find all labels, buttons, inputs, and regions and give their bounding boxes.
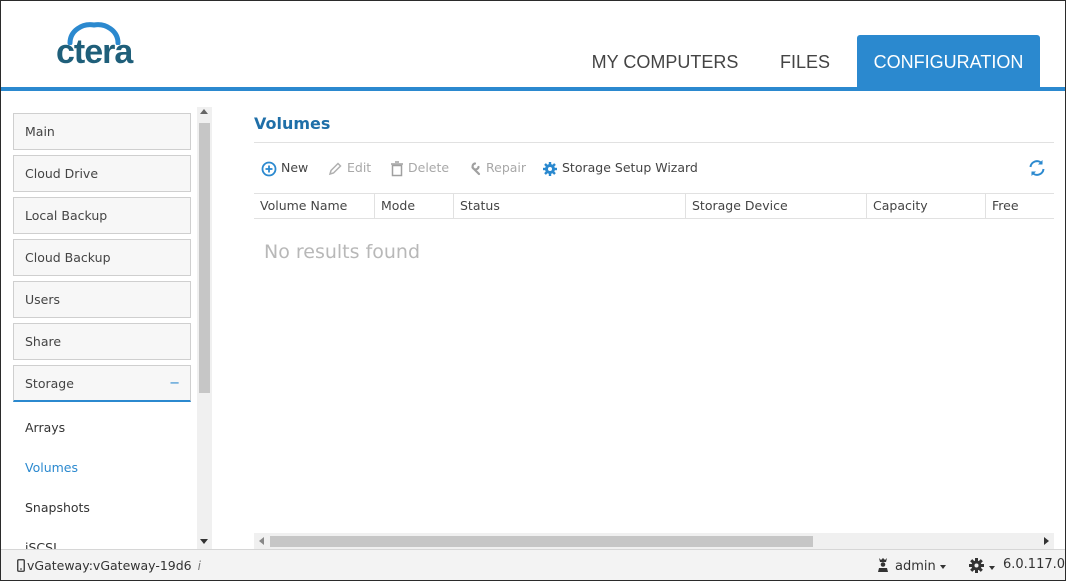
sidebar-subitem-iscsi[interactable]: iSCSI — [25, 540, 57, 549]
status-bar: vGateway:vGateway-19d6 i admin 6.0.117.0 — [1, 549, 1065, 580]
user-icon — [878, 558, 888, 572]
page-title: Volumes — [254, 114, 331, 133]
column-header-volume-name[interactable]: Volume Name — [254, 194, 375, 218]
scrollbar-thumb[interactable] — [270, 536, 813, 547]
collapse-toggle[interactable]: − — [169, 366, 180, 401]
scroll-up-arrow-icon[interactable] — [200, 109, 208, 114]
info-icon[interactable]: i — [198, 559, 201, 573]
chevron-down-icon — [989, 565, 995, 570]
logo-text: ctera — [56, 33, 133, 71]
scroll-left-arrow-icon[interactable] — [259, 537, 264, 545]
sidebar-subitem-snapshots[interactable]: Snapshots — [25, 500, 90, 515]
sidebar: Main Cloud Drive Local Backup Cloud Back… — [1, 91, 213, 549]
repair-button[interactable]: Repair — [466, 158, 526, 178]
user-menu[interactable]: admin — [877, 557, 946, 574]
scrollbar-thumb[interactable] — [199, 123, 210, 393]
column-header-status[interactable]: Status — [454, 194, 686, 218]
chevron-down-icon — [939, 564, 946, 569]
column-header-mode[interactable]: Mode — [375, 194, 454, 218]
pencil-icon — [328, 161, 342, 175]
device-name: vGateway:vGateway-19d6 — [27, 558, 192, 573]
settings-menu[interactable] — [968, 557, 995, 575]
repair-label: Repair — [486, 160, 527, 175]
sidebar-item-users[interactable]: Users — [13, 281, 191, 318]
volumes-grid-header: Volume Name Mode Status Storage Device C… — [254, 193, 1054, 219]
app-window: ctera MY COMPUTERS FILES CONFIGURATION M… — [0, 0, 1066, 581]
title-divider — [254, 142, 1054, 143]
ctera-logo: ctera — [56, 21, 156, 71]
user-name: admin — [895, 559, 936, 574]
edit-button[interactable]: Edit — [327, 158, 371, 178]
delete-label: Delete — [408, 160, 450, 175]
wrench-icon — [471, 161, 481, 175]
sidebar-item-label: Local Backup — [25, 208, 108, 223]
gear-icon — [543, 161, 557, 176]
refresh-button[interactable] — [1027, 158, 1047, 178]
storage-setup-wizard-button[interactable]: Storage Setup Wizard — [542, 158, 698, 178]
new-label: New — [281, 160, 309, 175]
empty-message: No results found — [264, 241, 421, 263]
sidebar-item-main[interactable]: Main — [13, 113, 191, 150]
sidebar-item-label: Share — [25, 334, 62, 349]
sidebar-item-cloud-backup[interactable]: Cloud Backup — [13, 239, 191, 276]
delete-button[interactable]: Delete — [390, 158, 449, 178]
plus-circle-icon — [261, 161, 277, 176]
sidebar-subitem-volumes[interactable]: Volumes — [25, 460, 78, 475]
tab-configuration[interactable]: CONFIGURATION — [857, 35, 1040, 87]
sidebar-item-label: Users — [25, 292, 61, 307]
column-header-storage-device[interactable]: Storage Device — [686, 194, 867, 218]
refresh-icon — [1029, 160, 1045, 176]
app-header: ctera MY COMPUTERS FILES CONFIGURATION — [1, 1, 1065, 87]
sidebar-subitem-arrays[interactable]: Arrays — [25, 420, 65, 435]
device-info: vGateway:vGateway-19d6 i — [17, 558, 201, 573]
column-header-capacity[interactable]: Capacity — [867, 194, 986, 218]
sidebar-scrollbar[interactable] — [197, 107, 212, 549]
new-button[interactable]: New — [261, 158, 308, 178]
sidebar-item-label: Main — [25, 124, 55, 139]
sidebar-item-storage[interactable]: Storage − — [13, 365, 191, 402]
scroll-right-arrow-icon[interactable] — [1044, 537, 1049, 545]
sidebar-item-label: Storage — [25, 376, 74, 391]
sidebar-item-label: Cloud Backup — [25, 250, 111, 265]
sidebar-item-share[interactable]: Share — [13, 323, 191, 360]
sidebar-item-cloud-drive[interactable]: Cloud Drive — [13, 155, 191, 192]
edit-label: Edit — [347, 160, 372, 175]
scroll-down-arrow-icon[interactable] — [200, 539, 208, 544]
tab-my-computers[interactable]: MY COMPUTERS — [579, 35, 751, 87]
trash-icon — [391, 160, 403, 176]
tab-files[interactable]: FILES — [765, 35, 845, 87]
gear-icon — [969, 558, 984, 573]
version-label: 6.0.117.0 — [1003, 557, 1066, 572]
device-phone-icon — [17, 559, 25, 572]
grid-horizontal-scrollbar[interactable] — [254, 533, 1054, 549]
sidebar-item-local-backup[interactable]: Local Backup — [13, 197, 191, 234]
storage-setup-wizard-label: Storage Setup Wizard — [562, 160, 698, 175]
column-header-free[interactable]: Free — [986, 194, 1054, 218]
sidebar-item-label: Cloud Drive — [25, 166, 99, 181]
